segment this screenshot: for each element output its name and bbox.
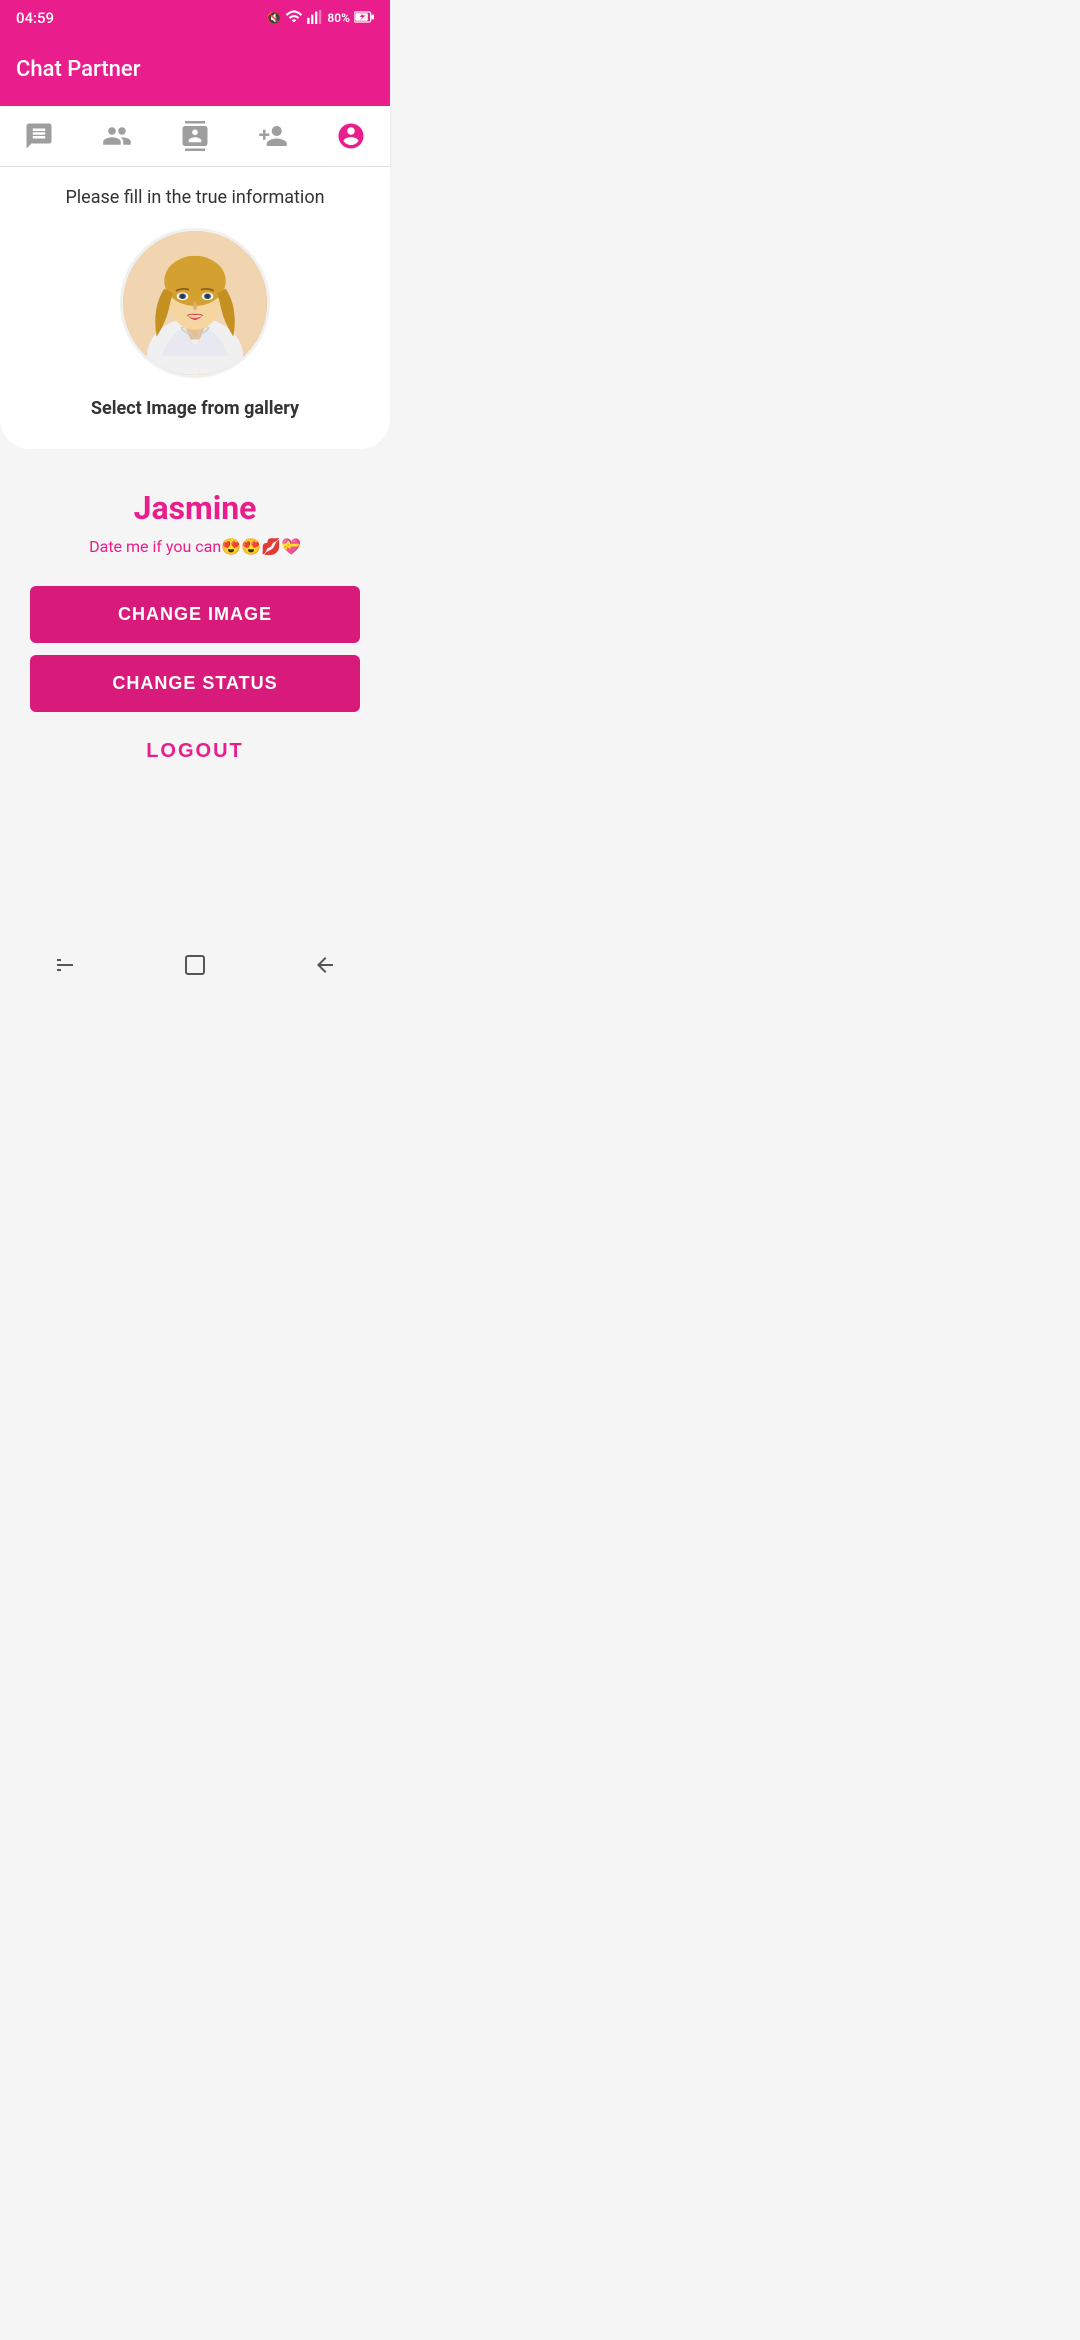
- signal-icon: [307, 10, 323, 27]
- app-title: Chat Partner: [16, 57, 140, 82]
- logout-button[interactable]: LOGOUT: [30, 724, 360, 779]
- tab-group[interactable]: [93, 116, 141, 156]
- username: Jasmine: [30, 489, 360, 527]
- top-section: Please fill in the true information: [0, 167, 390, 449]
- battery-level: 80%: [327, 11, 350, 25]
- battery-icon: [354, 10, 374, 27]
- navigation-tabs: [0, 106, 390, 167]
- home-nav-button[interactable]: [165, 945, 225, 985]
- mute-icon: 🔇: [266, 11, 281, 25]
- status-bar: 04:59 🔇 80%: [0, 0, 390, 36]
- change-status-button[interactable]: CHANGE STATUS: [30, 655, 360, 712]
- tab-profile[interactable]: [327, 116, 375, 156]
- info-text: Please fill in the true information: [16, 187, 374, 208]
- bottom-nav-bar: [0, 929, 390, 1001]
- back-nav-button[interactable]: [35, 945, 95, 985]
- app-bar: Chat Partner: [0, 36, 390, 106]
- tab-contacts[interactable]: [171, 116, 219, 156]
- status-icons: 🔇 80%: [266, 10, 374, 27]
- select-image-text[interactable]: Select Image from gallery: [16, 398, 374, 449]
- change-image-button[interactable]: CHANGE IMAGE: [30, 586, 360, 643]
- recents-nav-button[interactable]: [295, 945, 355, 985]
- profile-status: Date me if you can😍😍💋💝: [30, 537, 360, 556]
- status-time: 04:59: [16, 9, 54, 27]
- profile-image-container[interactable]: [16, 228, 374, 378]
- wifi-icon: [285, 10, 303, 27]
- tab-add-friend[interactable]: [249, 116, 297, 156]
- tab-chat[interactable]: [15, 116, 63, 156]
- profile-avatar[interactable]: [120, 228, 270, 378]
- bottom-section: Jasmine Date me if you can😍😍💋💝 CHANGE IM…: [0, 449, 390, 849]
